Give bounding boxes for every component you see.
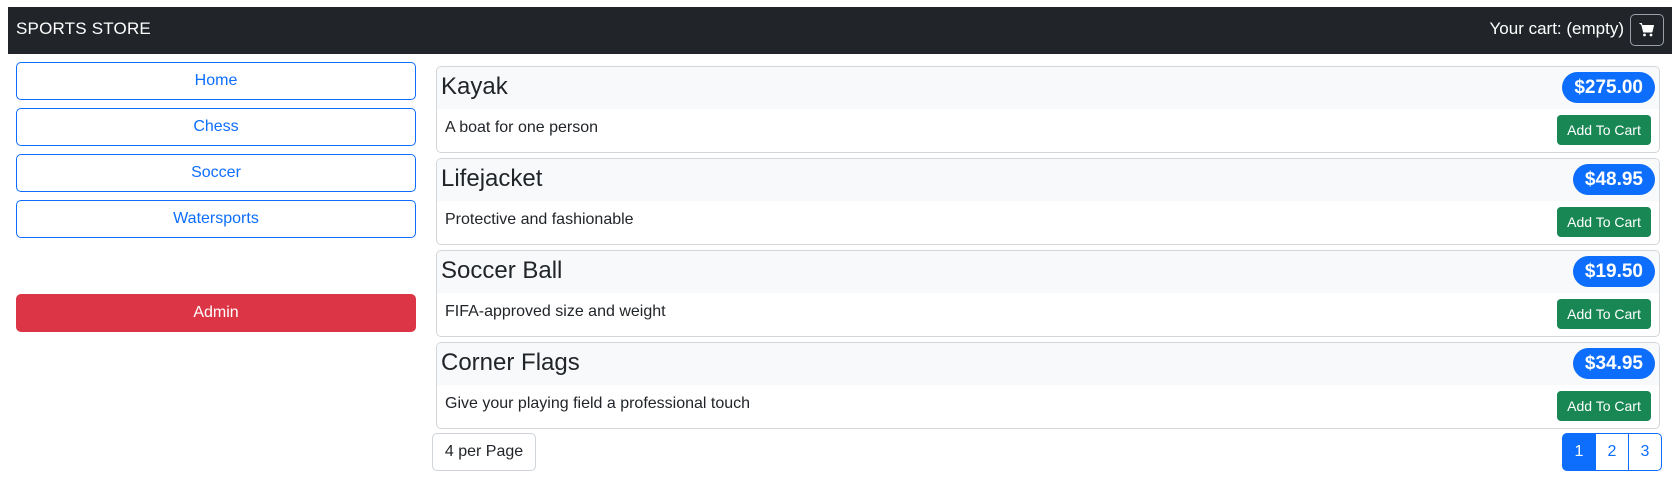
product-card-header: Soccer Ball $19.50	[437, 251, 1659, 293]
brand-title[interactable]: SPORTS STORE	[16, 19, 151, 39]
pagination: 1 2 3	[1562, 433, 1662, 471]
price-badge: $275.00	[1562, 72, 1655, 103]
product-description: Give your playing field a professional t…	[445, 395, 751, 412]
product-description: FIFA-approved size and weight	[445, 303, 666, 320]
product-name: Corner Flags	[441, 349, 580, 376]
product-name: Lifejacket	[441, 165, 543, 192]
product-card: Corner Flags $34.95 Give your playing fi…	[436, 342, 1660, 429]
price-badge: $34.95	[1572, 348, 1655, 379]
category-button-watersports[interactable]: Watersports	[16, 200, 416, 238]
price-badge: $48.95	[1572, 164, 1655, 195]
category-sidebar: Home Chess Soccer Watersports Admin	[16, 62, 416, 332]
add-to-cart-button[interactable]: Add To Cart	[1557, 391, 1651, 421]
page-size-select[interactable]: 4 per Page	[432, 433, 536, 471]
admin-button[interactable]: Admin	[16, 294, 416, 332]
product-card: Kayak $275.00 A boat for one person Add …	[436, 66, 1660, 153]
category-button-home[interactable]: Home	[16, 62, 416, 100]
add-to-cart-button[interactable]: Add To Cart	[1557, 207, 1651, 237]
product-card: Soccer Ball $19.50 FIFA-approved size an…	[436, 250, 1660, 337]
product-name: Kayak	[441, 73, 508, 100]
product-card-header: Lifejacket $48.95	[437, 159, 1659, 201]
category-button-chess[interactable]: Chess	[16, 108, 416, 146]
product-card-header: Corner Flags $34.95	[437, 343, 1659, 385]
product-list: Kayak $275.00 A boat for one person Add …	[436, 66, 1660, 434]
product-description: Protective and fashionable	[445, 211, 634, 228]
add-to-cart-button[interactable]: Add To Cart	[1557, 299, 1651, 329]
cart-button[interactable]	[1630, 14, 1664, 46]
product-description: A boat for one person	[445, 119, 598, 136]
product-card-header: Kayak $275.00	[437, 67, 1659, 109]
cart-icon	[1639, 23, 1654, 37]
navbar: SPORTS STORE Your cart: (empty)	[8, 7, 1672, 54]
product-card: Lifejacket $48.95 Protective and fashion…	[436, 158, 1660, 245]
category-button-soccer[interactable]: Soccer	[16, 154, 416, 192]
page-button-1[interactable]: 1	[1562, 433, 1596, 471]
page-button-2[interactable]: 2	[1595, 433, 1629, 471]
product-name: Soccer Ball	[441, 257, 563, 284]
add-to-cart-button[interactable]: Add To Cart	[1557, 115, 1651, 145]
page-button-3[interactable]: 3	[1628, 433, 1662, 471]
price-badge: $19.50	[1572, 256, 1655, 287]
cart-summary: Your cart: (empty)	[1489, 19, 1624, 38]
